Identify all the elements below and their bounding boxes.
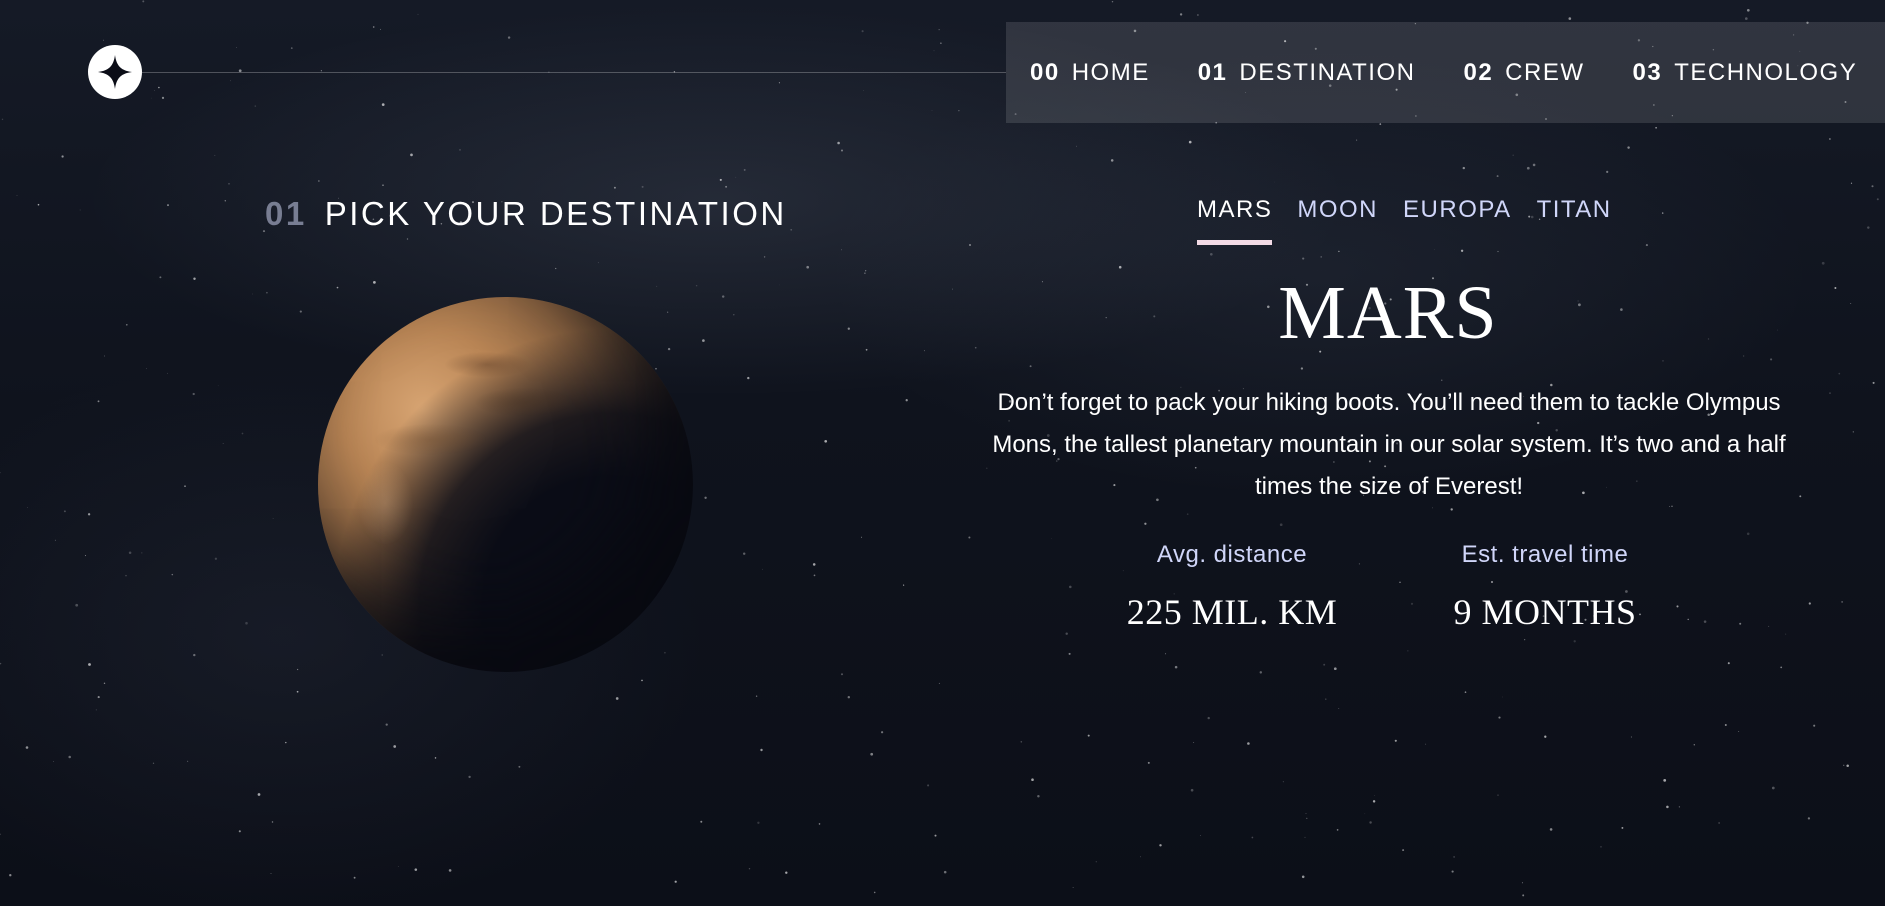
nav-label: DESTINATION	[1239, 58, 1416, 86]
nav-label: HOME	[1071, 58, 1150, 86]
mars-planet-image	[318, 297, 693, 672]
stat-value: 9 MONTHS	[1453, 592, 1637, 632]
main-nav: 00 HOME 01 DESTINATION 02 CREW 03 TECHNO…	[1006, 22, 1885, 123]
nav-label: TECHNOLOGY	[1674, 58, 1858, 86]
nav-item-technology[interactable]: 03 TECHNOLOGY	[1633, 22, 1858, 123]
nav-number: 01	[1197, 58, 1228, 86]
nav-item-destination[interactable]: 01 DESTINATION	[1198, 22, 1416, 123]
nav-number: 03	[1632, 58, 1663, 86]
page-title: 01 PICK YOUR DESTINATION	[265, 195, 787, 233]
page-title-number: 01	[265, 195, 307, 232]
nav-label: CREW	[1505, 58, 1585, 86]
destination-description: Don’t forget to pack your hiking boots. …	[992, 389, 1786, 500]
tab-moon[interactable]: MOON	[1297, 196, 1378, 245]
nav-item-crew[interactable]: 02 CREW	[1463, 22, 1584, 123]
nav-number: 00	[1030, 58, 1060, 86]
nav-item-home[interactable]: 00 HOME	[1030, 22, 1150, 123]
stat-label: Est. travel time	[1461, 541, 1629, 568]
page-title-text: PICK YOUR DESTINATION	[324, 195, 787, 232]
destination-name: MARS	[1278, 271, 1498, 355]
stat-value: 225 MIL. KM	[1126, 592, 1338, 632]
header-divider	[142, 72, 1006, 73]
stat-travel-time: Est. travel time 9 MONTHS	[1430, 541, 1660, 633]
destination-tabs: MARS MOON EUROPA TITAN	[1197, 196, 1637, 245]
tab-mars[interactable]: MARS	[1197, 196, 1273, 245]
logo[interactable]	[88, 45, 142, 99]
nav-number: 02	[1463, 58, 1494, 86]
tab-titan[interactable]: TITAN	[1537, 196, 1612, 245]
tab-europa[interactable]: EUROPA	[1403, 196, 1512, 245]
stat-label: Avg. distance	[1156, 541, 1308, 568]
stat-avg-distance: Avg. distance 225 MIL. KM	[1112, 541, 1352, 633]
star-logo-icon	[98, 55, 132, 89]
